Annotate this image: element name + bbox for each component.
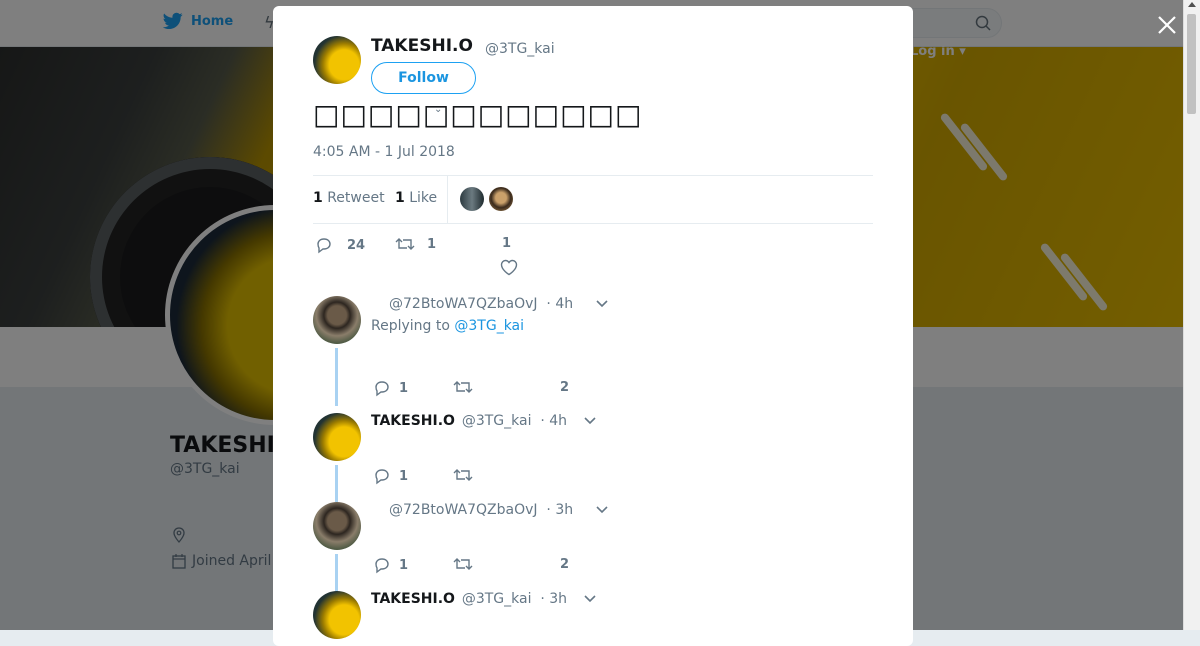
retweet-count: 1 [313,190,323,206]
retweet-action[interactable]: 1 [395,236,436,252]
retweet-icon [395,238,415,250]
reply-author-handle[interactable]: @3TG_kai [462,413,532,429]
reply-count: 1 [399,468,409,484]
reply-time[interactable]: · 4h [546,296,573,312]
reply-time[interactable]: · 4h [540,413,567,429]
thread-line [335,554,338,592]
like-stat[interactable]: 1 Like [395,190,437,206]
retweet-icon [453,469,473,481]
tweet-actions: 24 1 1 [313,236,873,276]
reply-header: @72BtoWA7QZbaOvJ · 3h [371,502,573,518]
reply-avatar[interactable] [313,502,361,550]
retweet-icon [453,558,473,570]
reply-item[interactable]: TAKESHI.O @3TG_kai · 3h [313,591,873,646]
like-count: 2 [560,557,570,572]
reply-action[interactable]: 1 [373,556,408,574]
reply-action[interactable]: 24 [315,236,365,254]
retweet-action[interactable] [453,556,473,572]
like-stat-label: Like [409,190,438,206]
like-count: 2 [560,380,570,395]
reply-item[interactable]: @72BtoWA7QZbaOvJ · 3h 1 2 [313,502,873,592]
chevron-down-icon[interactable] [583,593,597,603]
reply-avatar[interactable] [313,296,361,344]
retweet-action-count: 1 [427,236,437,252]
close-icon [1158,16,1176,34]
tweet-text: □□□□□□□□□□□□ [313,98,643,131]
author-handle[interactable]: @3TG_kai [485,41,555,57]
scrollbar-thumb[interactable] [1187,14,1196,114]
tweet-stats: 1 Retweet 1 Like [313,175,873,224]
liker-avatar[interactable] [489,187,513,211]
reply-icon [317,238,331,254]
reply-actions: 1 2 [371,556,671,580]
reply-author-handle[interactable]: @3TG_kai [462,591,532,607]
reply-time[interactable]: · 3h [540,591,567,607]
retweet-stat[interactable]: 1 Retweet [313,190,385,206]
page-scrollbar[interactable] [1183,0,1200,630]
replying-to-prefix: Replying to [371,318,450,334]
reply-action[interactable]: 1 [373,467,408,485]
reply-item[interactable]: TAKESHI.O @3TG_kai · 4h 1 [313,413,873,502]
retweet-stat-label: Retweet [327,190,385,206]
reply-time[interactable]: · 3h [546,502,573,518]
reply-author-name[interactable]: TAKESHI.O [371,413,455,429]
thread-line [335,348,338,406]
author-name[interactable]: TAKESHI.O [371,36,473,56]
replying-to-link[interactable]: @3TG_kai [454,318,524,334]
reply-author-handle[interactable]: @72BtoWA7QZbaOvJ [389,502,538,518]
like-count: 1 [395,190,405,206]
reply-avatar[interactable] [313,413,361,461]
reply-actions: 1 2 [371,379,671,403]
reply-header: @72BtoWA7QZbaOvJ · 4h [371,296,573,312]
reply-author-name[interactable]: TAKESHI.O [371,591,455,607]
reply-icon [375,558,389,574]
stats-divider [447,176,448,223]
replying-to: Replying to @3TG_kai [371,318,524,334]
reply-header: TAKESHI.O @3TG_kai · 4h [371,413,567,429]
reply-item[interactable]: @72BtoWA7QZbaOvJ · 4h Replying to @3TG_k… [313,296,873,406]
tweet-modal: TAKESHI.O @3TG_kai Follow ⌄ □□□□□□□□□□□□… [273,6,913,646]
like-action-count: 1 [502,236,512,251]
reply-icon [375,381,389,397]
reply-action[interactable]: 1 [373,379,408,397]
follow-button[interactable]: Follow [371,62,476,94]
retweet-icon [453,381,473,393]
reply-header: TAKESHI.O @3TG_kai · 3h [371,591,567,607]
reply-count: 24 [347,237,366,253]
retweet-action[interactable] [453,379,473,395]
chevron-down-icon[interactable] [595,504,609,514]
like-action[interactable] [500,259,518,280]
liker-avatar[interactable] [460,187,484,211]
thread-line [335,465,338,502]
heart-icon [500,259,518,276]
reply-author-handle[interactable]: @72BtoWA7QZbaOvJ [389,296,538,312]
chevron-down-icon[interactable] [595,298,609,308]
close-button[interactable] [1154,12,1180,38]
retweet-action[interactable] [453,467,473,483]
reply-icon [375,469,389,485]
tweet-timestamp[interactable]: 4:05 AM - 1 Jul 2018 [313,144,455,160]
author-avatar[interactable] [313,36,361,84]
reply-avatar[interactable] [313,591,361,639]
chevron-down-icon[interactable] [583,415,597,425]
scroll-up-arrow-icon[interactable] [1188,2,1196,7]
reply-count: 1 [399,557,409,573]
reply-actions: 1 [371,467,671,491]
reply-count: 1 [399,380,409,396]
